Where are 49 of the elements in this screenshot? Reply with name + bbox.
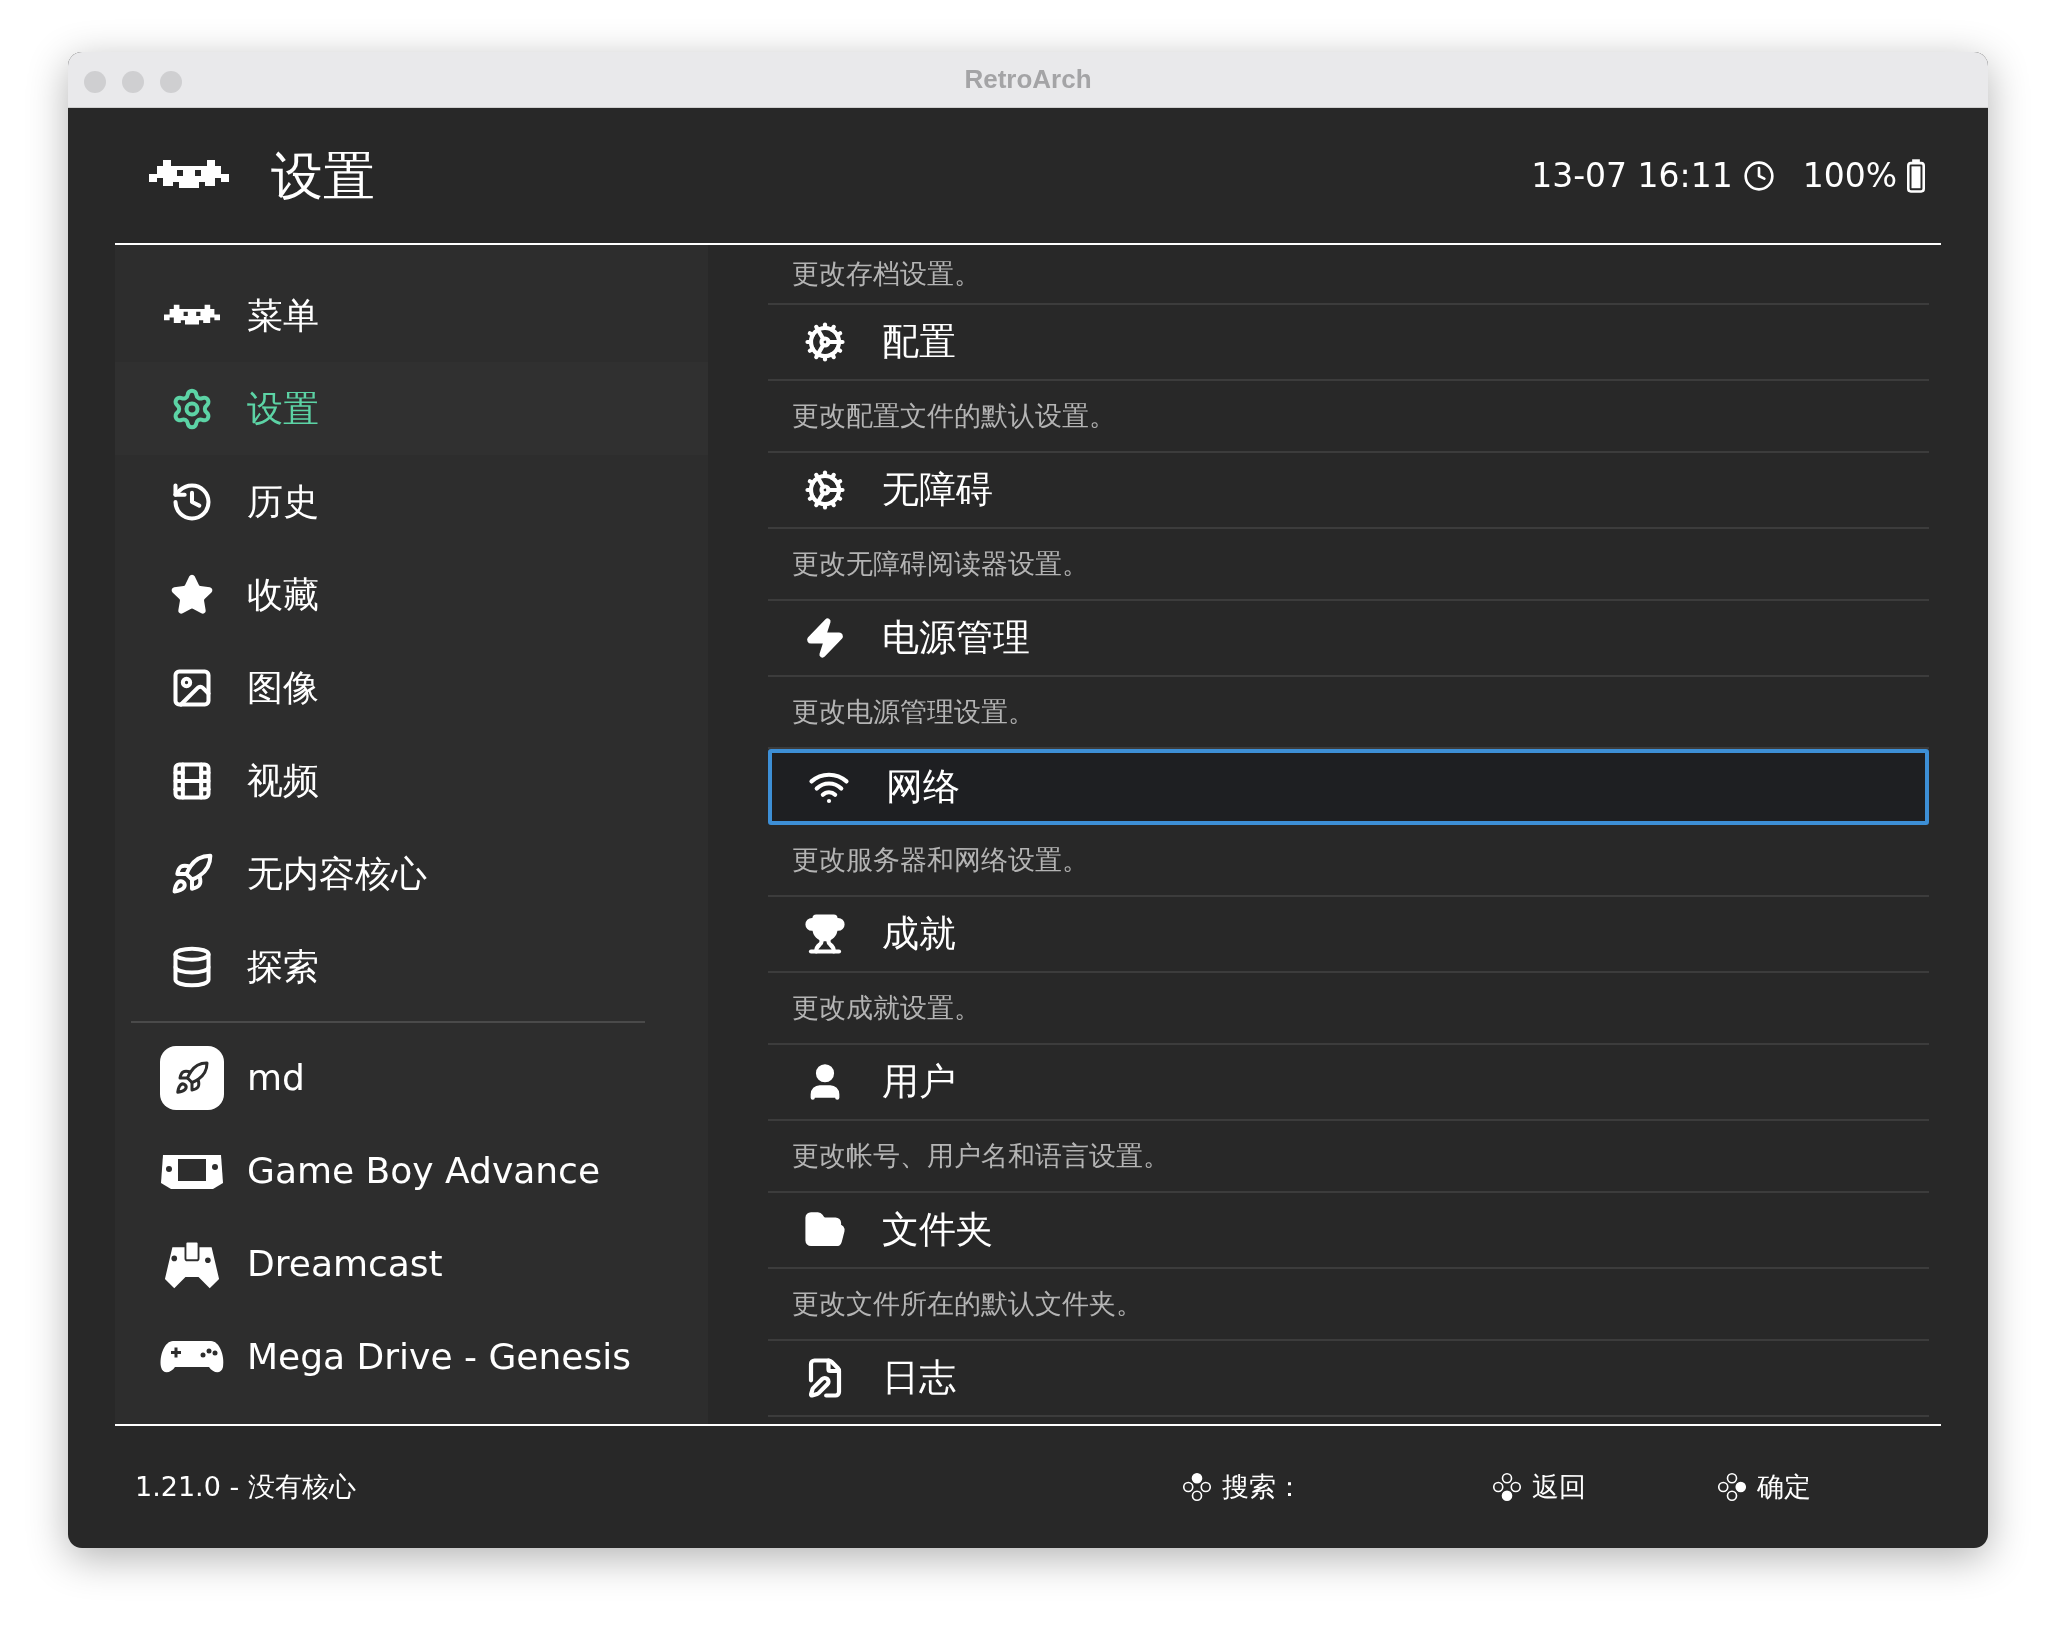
version-label: 1.21.0 - 没有核心	[135, 1469, 356, 1504]
gamepad-buttons-icon	[1717, 1472, 1747, 1502]
control-hint[interactable]: 搜索：	[1182, 1466, 1492, 1508]
playlist-item[interactable]: Mega Drive - Genesis	[115, 1310, 708, 1403]
settings-item[interactable]: 文件夹	[768, 1193, 1929, 1269]
sidebar-item[interactable]: 无内容核心	[115, 827, 708, 920]
minimize-button[interactable]	[122, 71, 144, 93]
item-description: 更改配置文件的默认设置。	[792, 398, 1116, 433]
settings-item[interactable]: 成就	[768, 897, 1929, 973]
clock-icon	[1742, 159, 1775, 192]
item-description: 更改电源管理设置。	[792, 694, 1035, 729]
sidebar-item[interactable]: 视频	[115, 734, 708, 827]
sidebar-item[interactable]: 菜单	[115, 269, 708, 362]
playlist-item[interactable]: md	[115, 1031, 708, 1124]
playlist-item[interactable]: Dreamcast	[115, 1217, 708, 1310]
database-icon	[170, 944, 214, 989]
item-description: 更改成就设置。	[792, 990, 981, 1025]
settings-item[interactable]: 配置	[768, 305, 1929, 381]
window-title: RetroArch	[964, 63, 1092, 96]
gamepad-buttons-icon	[1492, 1472, 1522, 1502]
item-description: 更改服务器和网络设置。	[792, 842, 1089, 877]
star-icon	[170, 572, 214, 617]
control-hint[interactable]: 返回	[1492, 1466, 1717, 1508]
battery-icon	[1907, 158, 1925, 193]
item-description: 更改文件所在的默认文件夹。	[792, 1286, 1143, 1321]
zoom-button[interactable]	[160, 71, 182, 93]
settings-item[interactable]: 用户	[768, 1045, 1929, 1121]
item-description: 更改无障碍阅读器设置。	[792, 546, 1089, 581]
page-title: 设置	[271, 144, 375, 208]
lightning-icon	[804, 617, 846, 659]
date-time: 13-07 16:11	[1531, 154, 1733, 197]
settings-item[interactable]: 无障碍	[768, 453, 1929, 529]
settings-item[interactable]: 电源管理	[768, 601, 1929, 677]
playlist-item[interactable]: Game Boy Advance	[115, 1124, 708, 1217]
item-description: 更改帐号、用户名和语言设置。	[792, 1138, 1170, 1173]
control-hint[interactable]: 确定	[1717, 1466, 1811, 1508]
gamepad-buttons-icon	[1182, 1472, 1212, 1502]
sidebar-item[interactable]: 图像	[115, 641, 708, 734]
battery-level: 100%	[1802, 154, 1897, 197]
trophy-icon	[804, 913, 846, 955]
settings-item[interactable]: 网络	[768, 749, 1929, 825]
item-description: 更改存档设置。	[792, 256, 981, 291]
rocket-app-icon	[160, 1045, 224, 1110]
close-button[interactable]	[84, 71, 106, 93]
settings-item[interactable]: 日志	[768, 1341, 1929, 1417]
sidebar-item[interactable]: 探索	[115, 920, 708, 1013]
sidebar-item[interactable]: 历史	[115, 455, 708, 548]
sidebar-item[interactable]: 收藏	[115, 548, 708, 641]
rocket-icon	[170, 851, 214, 896]
